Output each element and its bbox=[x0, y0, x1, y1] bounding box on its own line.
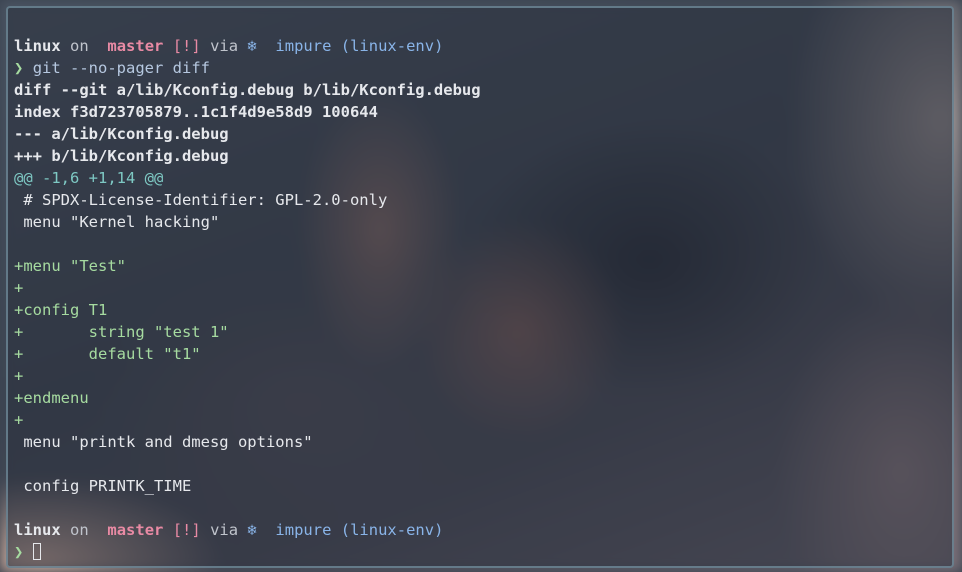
prompt-line: linux on master [!] via ❄ impure (linux-… bbox=[14, 519, 946, 541]
prompt-branch: master bbox=[107, 37, 164, 55]
prompt-on: on bbox=[70, 37, 89, 55]
diff-header: diff --git a/lib/Kconfig.debug b/lib/Kco… bbox=[14, 81, 481, 99]
prompt-env-name: (linux-env) bbox=[340, 521, 444, 539]
diff-line: config PRINTK_TIME bbox=[14, 477, 192, 495]
diff-line-added: + default "t1" bbox=[14, 345, 201, 363]
diff-line-added: +config T1 bbox=[14, 301, 108, 319]
prompt-env-name: (linux-env) bbox=[340, 37, 444, 55]
text-cursor[interactable] bbox=[32, 543, 41, 560]
diff-old-file: --- a/lib/Kconfig.debug bbox=[14, 125, 229, 143]
diff-line: menu "printk and dmesg options" bbox=[14, 433, 313, 451]
prompt-env-state: impure bbox=[275, 521, 332, 539]
prompt-git-status: [!] bbox=[172, 37, 201, 55]
prompt-env-state: impure bbox=[275, 37, 332, 55]
terminal-window[interactable]: linux on master [!] via ❄ impure (linux-… bbox=[6, 6, 954, 568]
prompt-directory: linux bbox=[14, 37, 61, 55]
nix-snowflake-icon: ❄ bbox=[247, 37, 257, 55]
diff-line: menu "Kernel hacking" bbox=[14, 213, 220, 231]
diff-line-added: + string "test 1" bbox=[14, 323, 229, 341]
diff-line-added: +menu "Test" bbox=[14, 257, 126, 275]
diff-index: index f3d723705879..1c1f4d9e58d9 100644 bbox=[14, 103, 378, 121]
diff-line-added: + bbox=[14, 367, 24, 385]
command-text: git --no-pager diff bbox=[32, 59, 210, 77]
terminal-output: linux on master [!] via ❄ impure (linux-… bbox=[14, 35, 946, 563]
prompt-on: on bbox=[70, 521, 89, 539]
prompt-git-status: [!] bbox=[172, 521, 201, 539]
diff-line: # SPDX-License-Identifier: GPL-2.0-only bbox=[14, 191, 388, 209]
prompt-symbol: ❯ bbox=[14, 59, 24, 77]
prompt-via: via bbox=[210, 37, 239, 55]
input-line[interactable]: ❯ bbox=[14, 541, 946, 563]
diff-line bbox=[14, 233, 946, 255]
prompt-symbol: ❯ bbox=[14, 543, 24, 561]
diff-hunk-header: @@ -1,6 +1,14 @@ bbox=[14, 169, 164, 187]
diff-line bbox=[14, 453, 946, 475]
diff-line-added: + bbox=[14, 411, 24, 429]
diff-new-file: +++ b/lib/Kconfig.debug bbox=[14, 147, 229, 165]
diff-line-added: +endmenu bbox=[14, 389, 89, 407]
prompt-branch: master bbox=[107, 521, 164, 539]
prompt-line: linux on master [!] via ❄ impure (linux-… bbox=[14, 35, 946, 57]
prompt-via: via bbox=[210, 521, 239, 539]
command-line: ❯ git --no-pager diff bbox=[14, 57, 946, 79]
nix-snowflake-icon: ❄ bbox=[247, 521, 257, 539]
prompt-directory: linux bbox=[14, 521, 61, 539]
diff-line-added: + bbox=[14, 279, 24, 297]
